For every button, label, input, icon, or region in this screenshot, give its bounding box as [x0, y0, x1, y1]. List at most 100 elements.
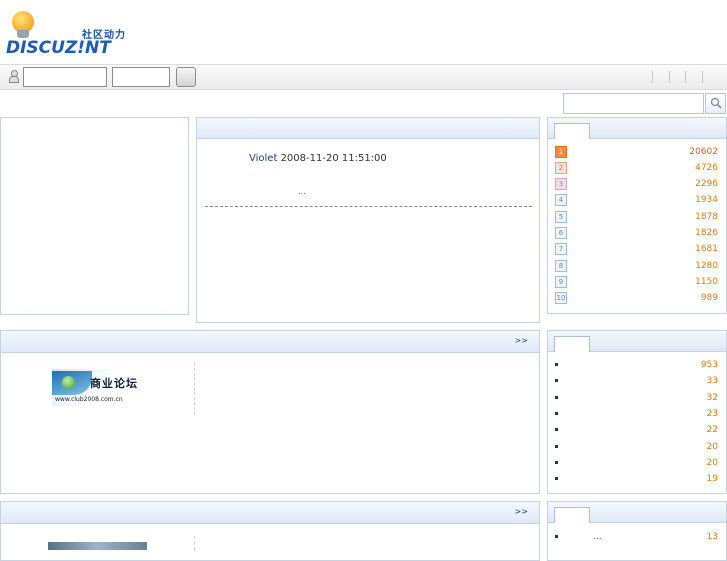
forum-thumbnail[interactable]: [48, 542, 147, 550]
rank-row[interactable]: 6 1826: [555, 227, 718, 240]
list-value: 32: [706, 393, 718, 403]
bullet: [555, 445, 558, 448]
rank-value: 1878: [695, 212, 718, 222]
list-value: 19: [706, 474, 718, 484]
rank-row[interactable]: 8 1280: [555, 260, 718, 273]
bullet: [555, 412, 558, 415]
more-link[interactable]: >>: [515, 507, 528, 516]
list-item[interactable]: 19: [555, 473, 718, 486]
rank-row[interactable]: 7 1681: [555, 243, 718, 256]
section-header-2: >>: [1, 502, 539, 524]
dashed-separator: [194, 363, 195, 415]
list-value: 953: [700, 360, 718, 370]
search-input[interactable]: [563, 93, 704, 114]
announcement-item[interactable]: Violet 2008-11-20 11:51:00: [249, 153, 387, 164]
rank-value: 20602: [689, 147, 718, 157]
nav-separator: [702, 71, 703, 83]
rank-value: 989: [700, 293, 718, 303]
rank-row[interactable]: 2 4726: [555, 162, 718, 175]
rank-badge: 7: [555, 243, 567, 255]
rank-value: 1150: [695, 277, 718, 287]
list-item[interactable]: 23: [555, 408, 718, 421]
list-value: 20: [706, 442, 718, 452]
ranking-tab-3[interactable]: [554, 507, 590, 523]
ranking-panel-1: 1 20602 2 4726 3 2296 4 1934 5 1878 6 1826 7 16…: [547, 117, 727, 314]
rank-value: 1280: [695, 261, 718, 271]
rank-badge: 1: [555, 146, 567, 158]
announcement-ellipsis: ...: [298, 187, 306, 196]
rank-badge: 9: [555, 276, 567, 288]
announcement-datetime: 2008-11-20 11:51:00: [280, 153, 387, 164]
bullet: [555, 363, 558, 366]
rank-row[interactable]: 10 989: [555, 292, 718, 305]
login-bar: [0, 64, 727, 90]
bullet: [555, 477, 558, 480]
login-button[interactable]: [176, 67, 196, 87]
globe-icon: [62, 376, 75, 389]
list-item[interactable]: 20: [555, 457, 718, 470]
search-icon: [710, 97, 722, 109]
rank-value: 1681: [695, 244, 718, 254]
ranking-panel-2: 953 33 32 23 22 20 20 19: [547, 330, 727, 494]
list-item[interactable]: 32: [555, 392, 718, 405]
rank-row[interactable]: 1 20602: [555, 146, 718, 159]
section-header-1: >>: [1, 331, 539, 353]
bullet: [555, 535, 558, 538]
rank-value: 2296: [695, 179, 718, 189]
rank-badge: 2: [555, 162, 567, 174]
nav-separator: [669, 71, 670, 83]
ranking-tab-1[interactable]: [554, 123, 590, 139]
bullet: [555, 428, 558, 431]
username-input[interactable]: [23, 67, 107, 87]
rank-row[interactable]: 5 1878: [555, 211, 718, 224]
more-link[interactable]: >>: [515, 336, 528, 345]
lightbulb-base: [17, 30, 29, 38]
dashed-divider: [205, 206, 532, 207]
banner-title: 商业论坛: [90, 377, 138, 390]
rank-value: 1826: [695, 228, 718, 238]
rank-badge: 3: [555, 178, 567, 190]
list-item[interactable]: 33: [555, 375, 718, 388]
announcement-header: [197, 118, 539, 139]
ranking-header-3: [548, 502, 726, 523]
rank-badge: 6: [555, 227, 567, 239]
rank-value: 4726: [695, 163, 718, 173]
bullet: [555, 461, 558, 464]
list-item[interactable]: ... 13: [555, 531, 718, 544]
rank-row[interactable]: 9 1150: [555, 276, 718, 289]
rank-row[interactable]: 3 2296: [555, 178, 718, 191]
rank-badge: 5: [555, 211, 567, 223]
list-value: 13: [706, 532, 718, 542]
list-value: 23: [706, 409, 718, 419]
announcement-author[interactable]: Violet: [249, 153, 277, 164]
club2008-banner[interactable]: 商业论坛 www.club2008.com.cn: [52, 369, 144, 406]
rank-badge: 8: [555, 260, 567, 272]
list-item[interactable]: 22: [555, 424, 718, 437]
bullet: [555, 379, 558, 382]
ranking-tab-2[interactable]: [554, 336, 590, 352]
announcement-panel: Violet 2008-11-20 11:51:00 ...: [196, 117, 540, 323]
banner-url: www.club2008.com.cn: [55, 396, 123, 403]
list-item[interactable]: 953: [555, 359, 718, 372]
rank-value: 1934: [695, 195, 718, 205]
list-value: 22: [706, 425, 718, 435]
search-button[interactable]: [705, 93, 726, 114]
nav-separator: [685, 71, 686, 83]
left-panel: [0, 117, 189, 315]
list-item[interactable]: 20: [555, 441, 718, 454]
user-icon: [9, 70, 19, 83]
ranking-panel-3: ... 13: [547, 501, 727, 561]
list-value: 20: [706, 458, 718, 468]
rank-badge: 10: [555, 292, 567, 304]
rank-row[interactable]: 4 1934: [555, 194, 718, 207]
list-value: 33: [706, 376, 718, 386]
ranking-header-1: [548, 118, 726, 139]
password-input[interactable]: [112, 67, 170, 87]
logo-wordmark: DISCUZ!NT: [6, 38, 111, 58]
discuz-logo[interactable]: 社区动力 DISCUZ!NT: [6, 10, 131, 58]
list-text: ...: [593, 532, 602, 542]
bullet: [555, 396, 558, 399]
forum-section-panel-2: >>: [0, 501, 540, 561]
nav-separator: [652, 71, 653, 83]
dashed-separator: [194, 536, 195, 550]
